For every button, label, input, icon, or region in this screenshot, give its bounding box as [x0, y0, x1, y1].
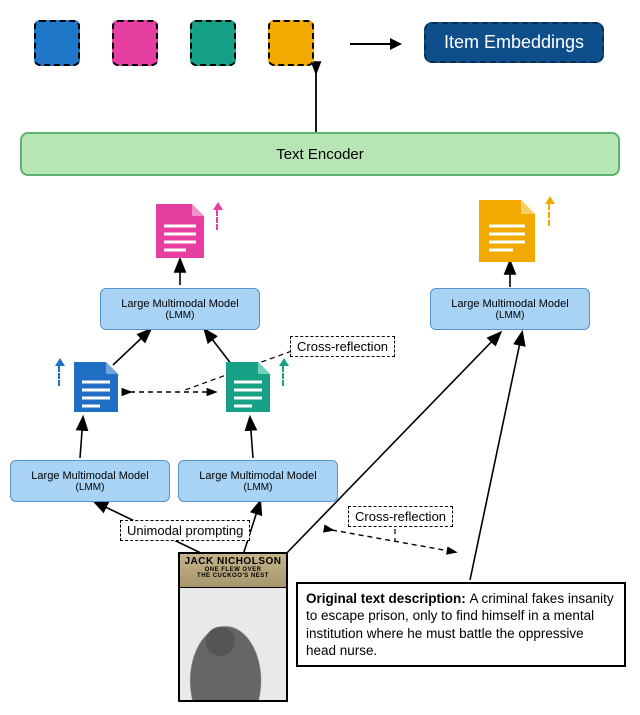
text-encoder-label: Text Encoder — [276, 146, 364, 163]
up-arrow-pink — [216, 210, 218, 230]
lmm-line2: (LMM) — [451, 310, 568, 321]
cross-reflection-text: Cross-reflection — [297, 339, 388, 354]
lmm-line2: (LMM) — [121, 310, 238, 321]
item-embeddings-box: Item Embeddings — [424, 22, 604, 63]
label-cross-reflection-upper: Cross-reflection — [290, 336, 395, 357]
lmm-line1: Large Multimodal Model — [199, 470, 316, 482]
diagram-root: { "tokens": { "colors": ["#1f77c9", "#e6… — [0, 0, 640, 715]
lmm-line1: Large Multimodal Model — [121, 298, 238, 310]
description-box: Original text description: A criminal fa… — [296, 582, 626, 667]
text-encoder: Text Encoder — [20, 132, 620, 176]
poster-photo — [180, 588, 286, 702]
description-prefix: Original text description: — [306, 591, 470, 606]
arrow-to-item-embeddings — [350, 43, 400, 45]
up-arrow-teal — [282, 366, 284, 386]
lmm-bottom-left: Large Multimodal Model (LMM) — [10, 460, 170, 502]
label-unimodal-prompting: Unimodal prompting — [120, 520, 250, 541]
poster-title2: THE CUCKOO'S NEST — [180, 573, 286, 579]
token-blue — [34, 20, 80, 66]
unimodal-prompting-text: Unimodal prompting — [127, 523, 243, 538]
poster-star: JACK NICHOLSON — [184, 556, 281, 567]
lmm-line1: Large Multimodal Model — [31, 470, 148, 482]
lmm-line2: (LMM) — [199, 482, 316, 493]
token-orange — [268, 20, 314, 66]
doc-teal — [222, 360, 274, 421]
up-arrow-blue — [58, 366, 60, 386]
doc-orange — [475, 198, 539, 271]
doc-blue — [70, 360, 122, 421]
cross-reflection-text2: Cross-reflection — [355, 509, 446, 524]
item-embeddings-label: Item Embeddings — [444, 32, 584, 52]
lmm-line1: Large Multimodal Model — [451, 298, 568, 310]
lmm-bottom-right: Large Multimodal Model (LMM) — [178, 460, 338, 502]
token-pink — [112, 20, 158, 66]
up-arrow-orange — [548, 204, 550, 226]
label-cross-reflection-lower: Cross-reflection — [348, 506, 453, 527]
lmm-right: Large Multimodal Model (LMM) — [430, 288, 590, 330]
lmm-top-left: Large Multimodal Model (LMM) — [100, 288, 260, 330]
movie-poster: JACK NICHOLSON ONE FLEW OVER THE CUCKOO'… — [178, 552, 288, 702]
lmm-line2: (LMM) — [31, 482, 148, 493]
doc-pink — [152, 202, 208, 267]
token-teal — [190, 20, 236, 66]
poster-banner: JACK NICHOLSON ONE FLEW OVER THE CUCKOO'… — [180, 554, 286, 588]
